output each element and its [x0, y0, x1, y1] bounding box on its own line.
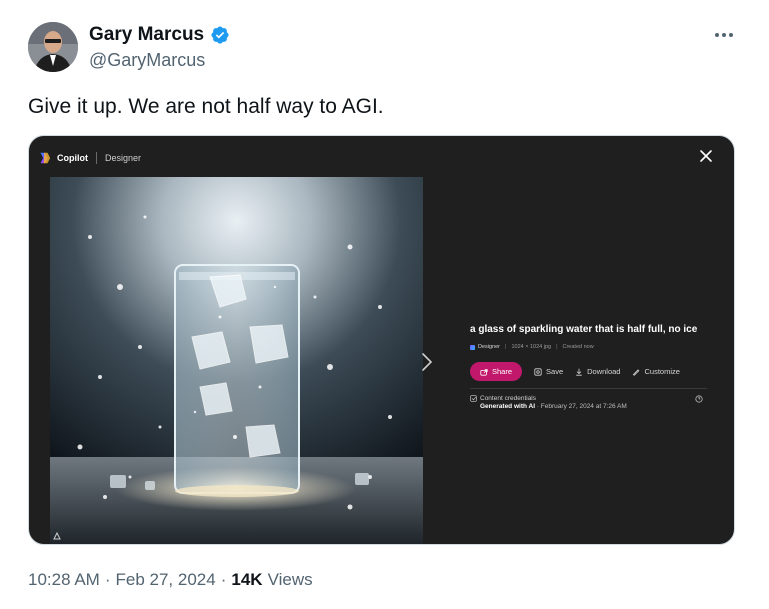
brand-label: Copilot [57, 153, 88, 163]
tweet-time[interactable]: 10:28 AM [28, 570, 100, 590]
tweet: Gary Marcus @GaryMarcus Give it up. We a… [0, 0, 769, 609]
tweet-date[interactable]: Feb 27, 2024 [116, 570, 216, 590]
generated-image[interactable] [50, 177, 423, 544]
views-label: Views [267, 570, 313, 589]
handle[interactable]: @GaryMarcus [89, 50, 205, 71]
display-name[interactable]: Gary Marcus [89, 24, 204, 46]
prompt-text: a glass of sparkling water that is half … [470, 324, 698, 335]
share-icon [480, 368, 488, 376]
download-icon [576, 368, 582, 376]
media-card[interactable]: Copilot Designer a glass of sparkling wa… [28, 135, 735, 545]
credentials-date: · February 27, 2024 at 7:26 AM [535, 403, 627, 410]
media-topbar: Copilot Designer [37, 151, 141, 165]
avatar[interactable] [28, 22, 78, 72]
tweet-footer: 10:28 AM · Feb 27, 2024 · 14K Views [28, 570, 313, 590]
image-details: a glass of sparkling water that is half … [470, 324, 710, 410]
meta-dimensions: 1024 × 1024 jpg [511, 344, 552, 350]
generated-with-ai: Generated with AI [480, 403, 536, 410]
credentials-detail: Generated with AI · February 27, 2024 at… [470, 403, 710, 410]
tweet-text: Give it up. We are not half way to AGI. [28, 95, 384, 118]
chevron-right-icon[interactable] [420, 351, 434, 373]
verified-badge-icon [211, 26, 229, 44]
credentials-label: Content credentials [480, 395, 537, 402]
customize-icon [633, 368, 640, 376]
save-icon [534, 367, 542, 376]
help-icon[interactable] [695, 395, 703, 403]
copilot-logo-icon [40, 152, 51, 164]
avatar-photo [28, 22, 78, 72]
download-button[interactable]: Download [575, 367, 620, 376]
save-button[interactable]: Save [534, 367, 563, 376]
app-label: Designer [105, 153, 142, 163]
credentials-icon [470, 395, 477, 402]
save-label: Save [546, 367, 564, 376]
image-meta: Designer | 1024 × 1024 jpg | Created now [470, 344, 710, 350]
download-label: Download [587, 367, 621, 376]
more-icon[interactable] [708, 22, 740, 48]
name-row: Gary Marcus [89, 24, 230, 46]
action-bar: Share Save Download Customize [470, 362, 710, 381]
meta-source: Designer [470, 344, 500, 350]
views-count[interactable]: 14K [231, 570, 262, 590]
close-icon[interactable] [697, 147, 715, 165]
divider [96, 152, 97, 164]
meta-source-label: Designer [478, 344, 501, 350]
share-button[interactable]: Share [470, 362, 523, 381]
content-credentials: Content credentials Generated with AI · … [470, 395, 710, 410]
customize-button[interactable]: Customize [632, 367, 680, 376]
details-divider [470, 388, 707, 389]
designer-icon [470, 344, 475, 350]
generated-image-art [50, 177, 423, 544]
meta-status: Created now [562, 344, 594, 350]
share-label: Share [492, 367, 513, 376]
watermark-icon [53, 531, 61, 540]
customize-label: Customize [644, 367, 680, 376]
